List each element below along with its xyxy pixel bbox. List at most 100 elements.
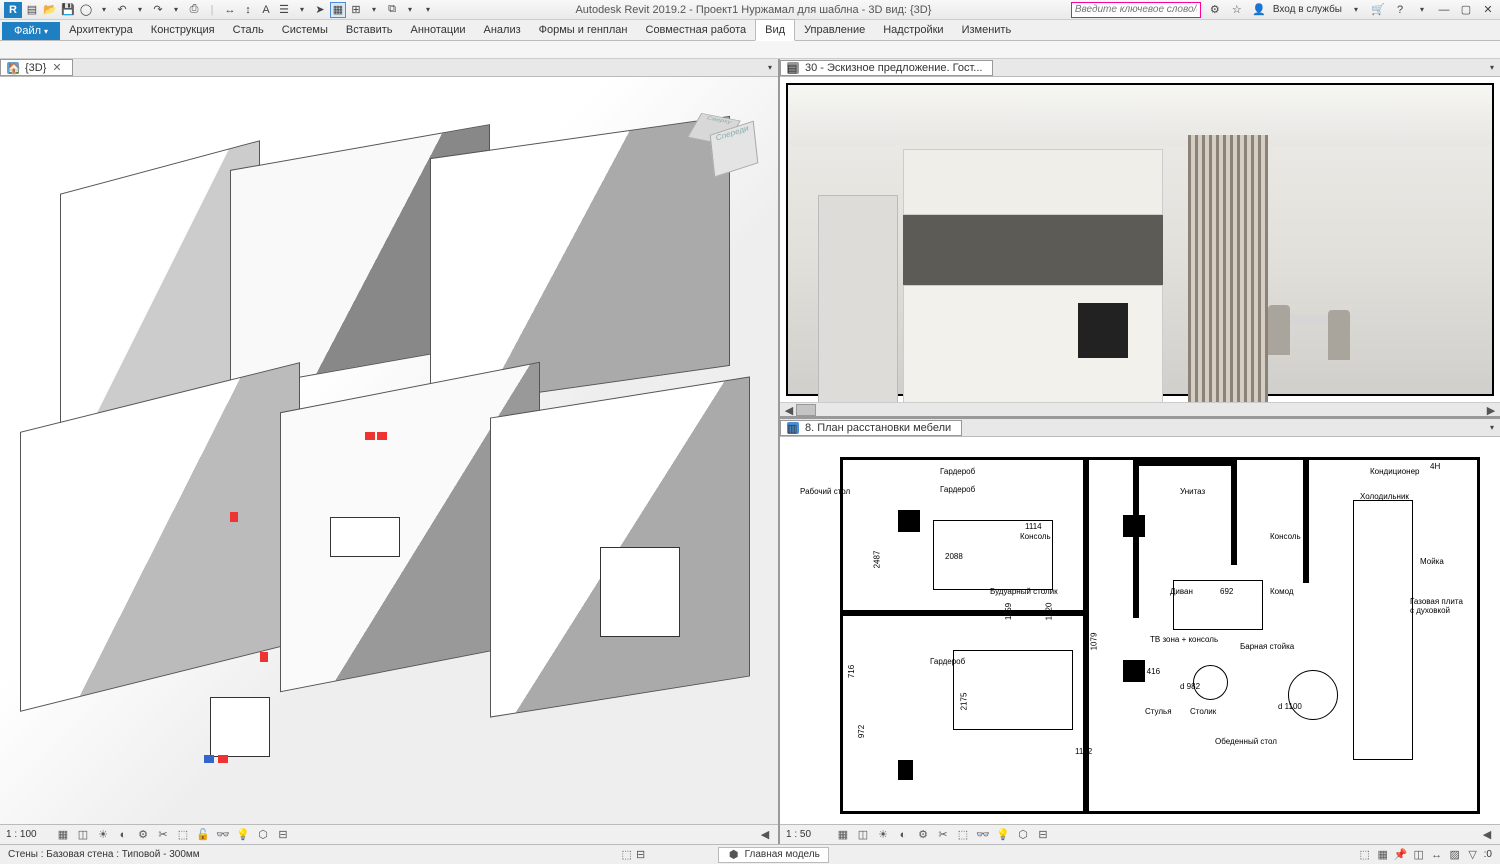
crop-visible-icon[interactable]: ⬚ [176, 828, 190, 842]
view-render-options-icon[interactable]: ▾ [1484, 60, 1500, 76]
view-3d-tab[interactable]: 🏠 {3D} ✕ [0, 59, 73, 76]
infocenter-icon[interactable]: ⚙ [1207, 2, 1223, 18]
view-render-canvas[interactable] [780, 77, 1500, 402]
tab-insert[interactable]: Вставить [337, 20, 402, 40]
login-dropdown-icon[interactable]: ▾ [1348, 2, 1364, 18]
tab-manage[interactable]: Управление [795, 20, 874, 40]
undo-dropdown-icon[interactable]: ▾ [132, 2, 148, 18]
tab-steel[interactable]: Сталь [224, 20, 273, 40]
temp-hide-icon[interactable]: 👓 [216, 828, 230, 842]
constraints-icon[interactable]: ⊟ [1036, 828, 1050, 842]
sun-path-icon[interactable]: ☀ [96, 828, 110, 842]
switch-icon[interactable]: ⧉ [384, 2, 400, 18]
help-dropdown-icon[interactable]: ▾ [1414, 2, 1430, 18]
ch-dropdown-icon[interactable]: ▾ [366, 2, 382, 18]
detail-level-icon[interactable]: ▦ [56, 828, 70, 842]
worksharing-icon[interactable]: ⬡ [256, 828, 270, 842]
crop-visible-icon[interactable]: ⬚ [956, 828, 970, 842]
text-icon[interactable]: A [258, 2, 274, 18]
restore-icon[interactable]: ▢ [1458, 2, 1474, 18]
tab-massing[interactable]: Формы и генплан [530, 20, 637, 40]
scroll-left-icon[interactable]: ◀ [782, 403, 796, 417]
sync-icon[interactable]: ◯ [78, 2, 94, 18]
select-face-icon[interactable]: ◫ [1412, 848, 1426, 862]
tab-view[interactable]: Вид [755, 19, 795, 41]
view-render-tab[interactable]: ▤ 30 - Эскизное предложение. Гост... [780, 60, 993, 76]
main-model-selector[interactable]: ⬢ Главная модель [718, 847, 829, 863]
select-underlay-icon[interactable]: ▦ [1376, 848, 1390, 862]
tab-systems[interactable]: Системы [273, 20, 337, 40]
render-dialog-icon[interactable]: ⚙ [916, 828, 930, 842]
scale-value[interactable]: 1 : 50 [786, 829, 830, 840]
cart-icon[interactable]: 🛒 [1370, 2, 1386, 18]
login-label[interactable]: Вход в службы [1273, 4, 1342, 15]
floorplan[interactable]: Рабочий стол Гардероб Гардероб Унитаз Хо… [780, 437, 1500, 824]
reveal-hidden-icon[interactable]: 💡 [236, 828, 250, 842]
thin-lines-icon[interactable]: ▦ [330, 2, 346, 18]
scroll-left-icon[interactable]: ◀ [758, 828, 772, 842]
tab-collaborate[interactable]: Совместная работа [637, 20, 756, 40]
measure-icon[interactable]: ↔ [222, 2, 238, 18]
tab-architecture[interactable]: Архитектура [60, 20, 142, 40]
close-icon[interactable]: ✕ [1480, 2, 1496, 18]
crop-view-icon[interactable]: ✂ [936, 828, 950, 842]
worksets-icon[interactable]: ⬚ [620, 848, 634, 862]
filter-icon[interactable]: ▽ [1466, 848, 1480, 862]
reveal-hidden-icon[interactable]: 💡 [996, 828, 1010, 842]
sync-dropdown-icon[interactable]: ▾ [96, 2, 112, 18]
close-icon[interactable]: ✕ [52, 61, 61, 74]
visual-style-icon[interactable]: ◫ [76, 828, 90, 842]
scroll-right-icon[interactable]: ▶ [1484, 403, 1498, 417]
sun-path-icon[interactable]: ☀ [876, 828, 890, 842]
close-hidden-icon[interactable]: ⊞ [348, 2, 364, 18]
shadows-icon[interactable]: ◐ [116, 828, 130, 842]
spell-icon[interactable]: ☰ [276, 2, 292, 18]
file-tab[interactable]: Файл [2, 22, 60, 40]
background-icon[interactable]: ▨ [1448, 848, 1462, 862]
view-plan-tab[interactable]: ▥ 8. План расстановки мебели [780, 420, 962, 436]
view-cube[interactable]: Сверху Спереди [678, 107, 748, 177]
view-plan-canvas[interactable]: Рабочий стол Гардероб Гардероб Унитаз Хо… [780, 437, 1500, 824]
tab-structure[interactable]: Конструкция [142, 20, 224, 40]
constraints-icon[interactable]: ⊟ [276, 828, 290, 842]
select-links-icon[interactable]: ⬚ [1358, 848, 1372, 862]
select-pinned-icon[interactable]: 📌 [1394, 848, 1408, 862]
new-icon[interactable]: ▤ [24, 2, 40, 18]
redo-icon[interactable]: ↷ [150, 2, 166, 18]
print-icon[interactable]: ⎙ [186, 2, 202, 18]
scale-value[interactable]: 1 : 100 [6, 829, 50, 840]
view-render-hscroll[interactable]: ◀ ▶ [780, 402, 1500, 416]
open-icon[interactable]: 📂 [42, 2, 58, 18]
redo-dropdown-icon[interactable]: ▾ [168, 2, 184, 18]
detail-level-icon[interactable]: ▦ [836, 828, 850, 842]
favorite-icon[interactable]: ☆ [1229, 2, 1245, 18]
editable-icon[interactable]: ⊟ [634, 848, 648, 862]
view-plan-options-icon[interactable]: ▾ [1484, 420, 1500, 436]
user-icon[interactable]: 👤 [1251, 2, 1267, 18]
tab-analyze[interactable]: Анализ [475, 20, 530, 40]
view-3d-canvas[interactable]: Сверху Спереди [0, 77, 778, 824]
crop-view-icon[interactable]: ✂ [156, 828, 170, 842]
visual-style-icon[interactable]: ◫ [856, 828, 870, 842]
save-icon[interactable]: 💾 [60, 2, 76, 18]
undo-icon[interactable]: ↶ [114, 2, 130, 18]
render-dialog-icon[interactable]: ⚙ [136, 828, 150, 842]
unlock-3d-icon[interactable]: 🔓 [196, 828, 210, 842]
model-3d[interactable]: Сверху Спереди [0, 77, 778, 824]
sw-dropdown-icon[interactable]: ▾ [402, 2, 418, 18]
search-input[interactable] [1071, 2, 1201, 18]
spell-dropdown-icon[interactable]: ▾ [294, 2, 310, 18]
scroll-left-icon[interactable]: ◀ [1480, 828, 1494, 842]
tab-addins[interactable]: Надстройки [874, 20, 952, 40]
scroll-thumb[interactable] [796, 404, 816, 416]
minimize-icon[interactable]: — [1436, 2, 1452, 18]
dimension-icon[interactable]: ↕ [240, 2, 256, 18]
qat-overflow-icon[interactable]: ▾ [420, 2, 436, 18]
tab-modify[interactable]: Изменить [953, 20, 1021, 40]
section-icon[interactable]: ➤ [312, 2, 328, 18]
revit-logo-icon[interactable]: R [4, 2, 22, 18]
shadows-icon[interactable]: ◐ [896, 828, 910, 842]
worksharing-icon[interactable]: ⬡ [1016, 828, 1030, 842]
drag-elements-icon[interactable]: ↔ [1430, 848, 1444, 862]
tab-annotate[interactable]: Аннотации [402, 20, 475, 40]
